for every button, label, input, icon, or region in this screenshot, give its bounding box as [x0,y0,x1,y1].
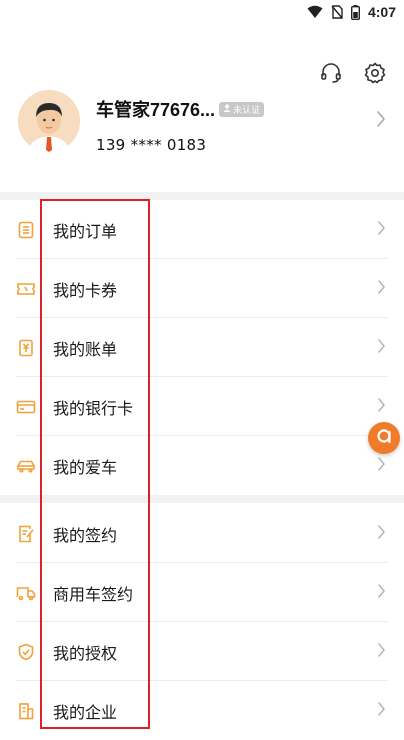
battery-icon [350,4,360,20]
menu-label: 我的签约 [53,525,118,545]
contract-icon [16,524,36,544]
menu-group-2: 我的签约 商用车签约 我的授权 我的企业 [0,504,404,740]
top-actions [318,62,388,88]
menu-item-my-car[interactable]: 我的爱车 [0,436,404,495]
chevron-right-icon [377,397,386,417]
menu-label: 我的卡券 [53,280,118,300]
user-icon [223,104,231,115]
status-bar: 4:07 [0,0,404,26]
menu-item-bills[interactable]: 我的账单 [0,318,404,377]
floating-assist-button[interactable] [368,422,400,454]
user-name: 车管家77676... [96,100,216,120]
building-icon [16,701,36,721]
shield-icon [16,642,36,662]
bank-card-icon [16,397,36,417]
chevron-right-icon [377,338,386,358]
gear-icon [363,61,387,89]
no-sim-icon [331,5,343,19]
user-phone: 139 **** 0183 [96,136,207,154]
section-divider [0,495,404,503]
chevron-right-icon [376,110,386,132]
chevron-right-icon [377,642,386,662]
status-time: 4:07 [367,4,396,20]
car-icon [16,456,36,476]
menu-group-1: 我的订单 我的卡券 我的账单 我的银行卡 我的爱车 [0,200,404,495]
menu-label: 商用车签约 [53,584,134,604]
chevron-right-icon [377,583,386,603]
menu-item-commercial-vehicle-contract[interactable]: 商用车签约 [0,563,404,622]
menu-label: 我的爱车 [53,457,118,477]
order-list-icon [16,220,36,240]
verification-badge: 未认证 [219,101,265,117]
profile-card[interactable]: 车管家77676... 未认证 139 **** 0183 [0,88,404,182]
chevron-right-icon [377,701,386,721]
chevron-right-icon [377,220,386,240]
menu-item-orders[interactable]: 我的订单 [0,200,404,259]
chevron-right-icon [377,456,386,476]
menu-label: 我的订单 [53,221,118,241]
customer-service-button[interactable] [318,62,344,88]
chevron-right-icon [377,279,386,299]
menu-item-contracts[interactable]: 我的签约 [0,504,404,563]
badge-label: 未认证 [233,105,261,116]
bill-icon [16,338,36,358]
menu-item-bank-cards[interactable]: 我的银行卡 [0,377,404,436]
name-row: 车管家77676... 未认证 [96,96,265,122]
settings-button[interactable] [362,62,388,88]
menu-item-enterprise[interactable]: 我的企业 [0,681,404,740]
menu-label: 我的授权 [53,643,118,663]
section-divider [0,192,404,200]
headset-icon [319,61,343,89]
menu-item-authorization[interactable]: 我的授权 [0,622,404,681]
menu-label: 我的银行卡 [53,398,134,418]
coupon-icon [16,279,36,299]
menu-label: 我的账单 [53,339,118,359]
menu-item-coupons[interactable]: 我的卡券 [0,259,404,318]
assistant-icon [375,427,393,449]
avatar[interactable] [18,90,80,152]
menu-label: 我的企业 [53,702,118,722]
wifi-icon [307,5,323,19]
chevron-right-icon [377,524,386,544]
truck-icon [16,583,36,603]
